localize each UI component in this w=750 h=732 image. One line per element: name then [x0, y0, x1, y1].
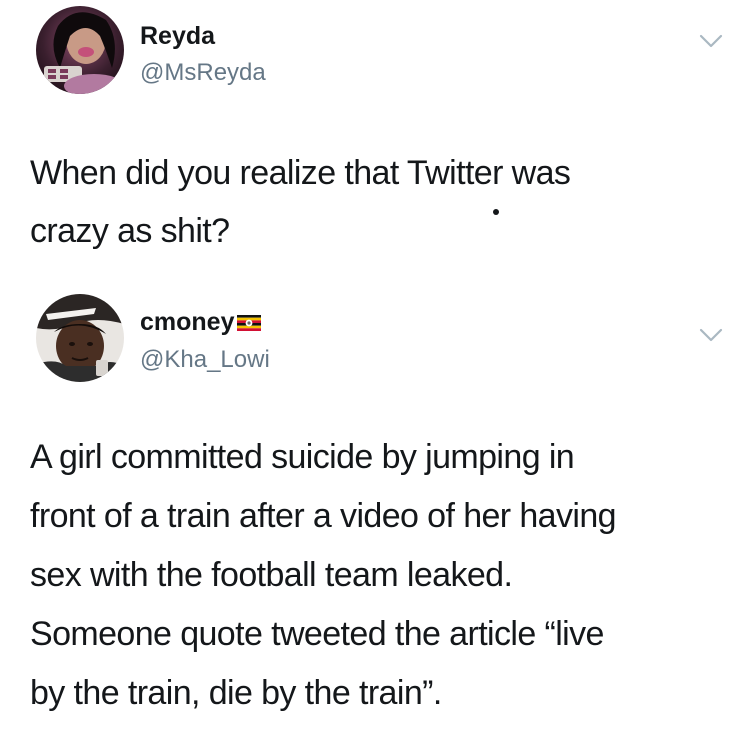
user-handle[interactable]: @MsReyda — [140, 59, 266, 87]
tweet-text-line: A girl committed suicide by jumping in — [30, 438, 575, 476]
tweet-text-line: When did you realize that Twitter was — [30, 154, 571, 192]
flag-icon — [237, 309, 262, 331]
tweet-text-line: Someone quote tweeted the article “live — [30, 615, 604, 653]
stray-dot — [493, 209, 499, 215]
display-name-text: cmoney — [140, 308, 235, 336]
tweet-cmoney[interactable]: cmoney @Kha_Lowi A girl committed suicid… — [0, 278, 750, 732]
display-name[interactable]: Reyda — [140, 22, 215, 51]
tweet-reyda[interactable]: Reyda @MsReyda When did you realize that… — [0, 0, 750, 270]
display-name[interactable]: cmoney — [140, 308, 262, 337]
tweet-text-line: by the train, die by the train”. — [30, 674, 442, 712]
user-handle[interactable]: @Kha_Lowi — [140, 346, 270, 374]
tweet-text: When did you realize that Twitter was cr… — [30, 144, 670, 260]
avatar[interactable] — [36, 6, 124, 94]
avatar-image — [36, 294, 124, 382]
avatar-image — [36, 6, 124, 94]
chevron-down-icon[interactable] — [698, 326, 724, 344]
tweet-text-line: sex with the football team leaked. — [30, 556, 513, 594]
chevron-down-icon[interactable] — [698, 32, 724, 50]
tweet-text-line: crazy as shit? — [30, 212, 230, 250]
avatar[interactable] — [36, 294, 124, 382]
tweet-text-line: front of a train after a video of her ha… — [30, 497, 617, 535]
tweet-text: A girl committed suicide by jumping in f… — [30, 428, 730, 723]
